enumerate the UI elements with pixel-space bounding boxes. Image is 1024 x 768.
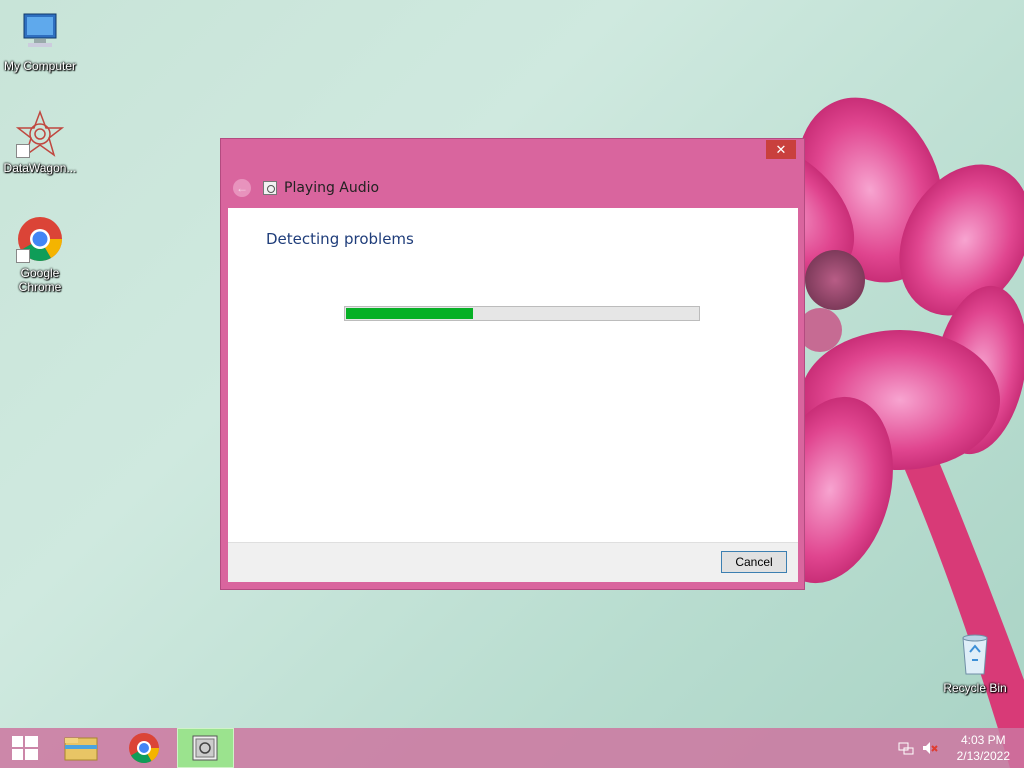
desktop-icon-label: DataWagon... — [3, 161, 77, 175]
taskbar-troubleshooter[interactable] — [177, 728, 234, 768]
shortcut-arrow-icon — [16, 144, 30, 158]
windows-logo-icon — [12, 736, 38, 760]
desktop-icon-label: Google Chrome — [18, 266, 62, 294]
chrome-icon — [16, 215, 64, 263]
taskbar: 4:03 PM 2/13/2022 — [0, 728, 1024, 768]
shortcut-arrow-icon — [16, 249, 30, 263]
close-button[interactable]: ✕ — [766, 140, 796, 159]
dialog-content: Detecting problems — [228, 208, 798, 542]
desktop-icon-datawagon[interactable]: DataWagon... — [0, 109, 80, 175]
chrome-icon — [129, 733, 159, 764]
clock-date: 2/13/2022 — [956, 749, 1010, 763]
start-button[interactable] — [0, 728, 56, 768]
progress-bar-fill — [346, 308, 473, 319]
desktop-icon-my-computer[interactable]: My Computer — [0, 8, 80, 73]
taskbar-google-chrome[interactable] — [116, 728, 172, 768]
troubleshooter-icon — [263, 181, 277, 195]
recycle-bin-icon — [951, 630, 999, 678]
clock-time: 4:03 PM — [960, 733, 1006, 747]
computer-icon — [16, 8, 64, 56]
taskbar-file-explorer[interactable] — [56, 728, 106, 768]
status-heading: Detecting problems — [266, 230, 414, 248]
desktop-icon-label: Recycle Bin — [943, 681, 1007, 695]
datawagon-icon — [15, 109, 65, 158]
volume-muted-icon[interactable] — [922, 740, 938, 756]
cancel-button[interactable]: Cancel — [721, 551, 787, 573]
troubleshooter-dialog: ✕ ← Playing Audio Detecting problems Can… — [220, 138, 805, 590]
progress-bar — [344, 306, 700, 321]
troubleshooter-icon — [192, 735, 218, 761]
dialog-footer: Cancel — [228, 542, 798, 582]
desktop-icon-label: My Computer — [3, 59, 77, 73]
folder-icon — [64, 737, 98, 761]
dialog-title: Playing Audio — [284, 180, 380, 196]
desktop-icon-recycle-bin[interactable]: Recycle Bin — [935, 630, 1015, 695]
back-arrow-icon[interactable]: ← — [233, 179, 251, 197]
desktop-icon-google-chrome[interactable]: Google Chrome — [0, 215, 80, 294]
system-clock[interactable]: 4:03 PM 2/13/2022 — [957, 732, 1010, 764]
network-icon[interactable] — [898, 740, 914, 756]
dialog-header: ← Playing Audio — [233, 177, 379, 199]
